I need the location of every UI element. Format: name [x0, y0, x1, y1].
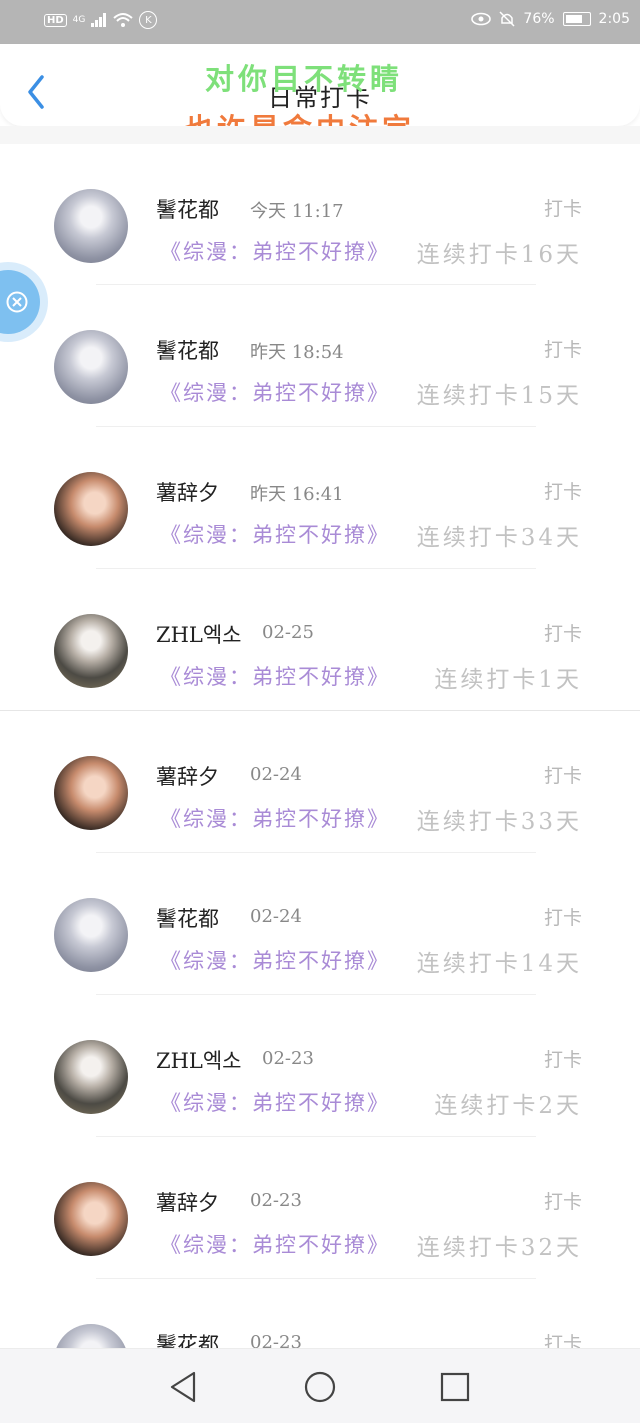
status-left: HD 4G K — [44, 11, 158, 29]
user-name[interactable]: 鬐花都 — [156, 194, 219, 224]
list-item[interactable]: 鬐花都 昨天 18:54 打卡 《综漫：弟控不好撩》 连续打卡15天 — [0, 285, 640, 427]
close-circle-icon — [6, 291, 28, 313]
list-item[interactable]: 鬐花都 今天 11:17 打卡 《综漫：弟控不好撩》 连续打卡16天 — [0, 144, 640, 285]
avatar[interactable] — [54, 472, 128, 546]
list-item[interactable]: 薯辞夕 昨天 16:41 打卡 《综漫：弟控不好撩》 连续打卡34天 — [0, 427, 640, 569]
user-name[interactable]: 鬐花都 — [156, 335, 219, 365]
status-bar: HD 4G K 76% 2:05 — [0, 0, 640, 44]
header: 日常打卡 对你目不转睛 也许是命中注定 — [0, 44, 640, 146]
avatar[interactable] — [54, 614, 128, 688]
book-title[interactable]: 《综漫：弟控不好撩》 — [160, 1087, 390, 1117]
post-time: 02-25 — [262, 622, 314, 643]
nav-home-button[interactable] — [302, 1369, 342, 1405]
streak-text: 连续打卡16天 — [416, 242, 582, 268]
user-name[interactable]: ZHL엑소 — [156, 619, 242, 649]
status-right: 76% 2:05 — [471, 11, 630, 27]
streak-text: 连续打卡1天 — [434, 667, 582, 693]
list-item[interactable]: ZHL엑소 02-25 打卡 《综漫：弟控不好撩》 连续打卡1天 — [0, 569, 640, 711]
square-recents-icon — [440, 1372, 470, 1402]
triangle-back-icon — [170, 1371, 196, 1403]
user-name[interactable]: 薯辞夕 — [156, 477, 219, 507]
avatar[interactable] — [54, 1182, 128, 1256]
checkin-action: 打卡 — [543, 198, 582, 220]
k-badge: K — [139, 11, 158, 29]
book-title[interactable]: 《综漫：弟控不好撩》 — [160, 236, 390, 266]
overlay-text-line1: 对你目不转睛 — [205, 62, 404, 96]
streak-text: 连续打卡32天 — [416, 1235, 582, 1261]
list-item[interactable]: 薯辞夕 02-24 打卡 《综漫：弟控不好撩》 连续打卡33天 — [0, 711, 640, 853]
signal-icon — [91, 13, 107, 27]
book-title[interactable]: 《综漫：弟控不好撩》 — [160, 1229, 390, 1259]
streak-text: 连续打卡34天 — [416, 525, 582, 551]
network-label: 4G — [72, 15, 86, 25]
post-time: 02-24 — [250, 764, 302, 785]
book-title[interactable]: 《综漫：弟控不好撩》 — [160, 519, 390, 549]
avatar[interactable] — [54, 189, 128, 263]
user-name[interactable]: 鬐花都 — [156, 903, 219, 933]
checkin-action: 打卡 — [543, 339, 582, 361]
nav-back-button[interactable] — [166, 1369, 206, 1405]
streak-text: 连续打卡2天 — [434, 1093, 582, 1119]
avatar[interactable] — [54, 330, 128, 404]
battery-percent: 76% — [523, 11, 555, 27]
hd-badge: HD — [44, 13, 67, 27]
wifi-icon — [113, 13, 134, 27]
list-item[interactable]: 鬐花都 02-24 打卡 《综漫：弟控不好撩》 连续打卡14天 — [0, 853, 640, 995]
battery-icon — [562, 12, 591, 26]
circle-home-icon — [304, 1371, 336, 1403]
checkin-list: 鬐花都 今天 11:17 打卡 《综漫：弟控不好撩》 连续打卡16天 鬐花都 昨… — [0, 144, 640, 1421]
book-title[interactable]: 《综漫：弟控不好撩》 — [160, 945, 390, 975]
streak-text: 连续打卡15天 — [416, 383, 582, 409]
floating-button-core — [0, 270, 40, 334]
checkin-action: 打卡 — [543, 907, 582, 929]
clock: 2:05 — [598, 11, 630, 27]
streak-text: 连续打卡33天 — [416, 809, 582, 835]
list-item[interactable]: 薯辞夕 02-23 打卡 《综漫：弟控不好撩》 连续打卡32天 — [0, 1137, 640, 1279]
post-time: 02-23 — [262, 1048, 314, 1069]
checkin-action: 打卡 — [543, 623, 582, 645]
user-name[interactable]: ZHL엑소 — [156, 1045, 242, 1075]
system-nav-bar — [0, 1348, 640, 1423]
avatar[interactable] — [54, 756, 128, 830]
user-name[interactable]: 薯辞夕 — [156, 761, 219, 791]
book-title[interactable]: 《综漫：弟控不好撩》 — [160, 377, 390, 407]
header-gap — [0, 126, 640, 144]
streak-text: 连续打卡14天 — [416, 951, 582, 977]
checkin-action: 打卡 — [543, 481, 582, 503]
post-time: 今天 11:17 — [250, 201, 344, 222]
nav-recents-button[interactable] — [438, 1369, 478, 1405]
post-time: 02-24 — [250, 906, 302, 927]
avatar[interactable] — [54, 1040, 128, 1114]
avatar[interactable] — [54, 898, 128, 972]
mute-bell-icon — [499, 11, 515, 27]
user-name[interactable]: 薯辞夕 — [156, 1187, 219, 1217]
eye-icon — [471, 12, 492, 26]
list-item[interactable]: ZHL엑소 02-23 打卡 《综漫：弟控不好撩》 连续打卡2天 — [0, 995, 640, 1137]
post-time: 02-23 — [250, 1190, 302, 1211]
checkin-action: 打卡 — [543, 1191, 582, 1213]
checkin-action: 打卡 — [543, 1049, 582, 1071]
checkin-action: 打卡 — [543, 765, 582, 787]
book-title[interactable]: 《综漫：弟控不好撩》 — [160, 661, 390, 691]
post-time: 昨天 16:41 — [250, 484, 344, 505]
post-time: 昨天 18:54 — [250, 342, 344, 363]
book-title[interactable]: 《综漫：弟控不好撩》 — [160, 803, 390, 833]
